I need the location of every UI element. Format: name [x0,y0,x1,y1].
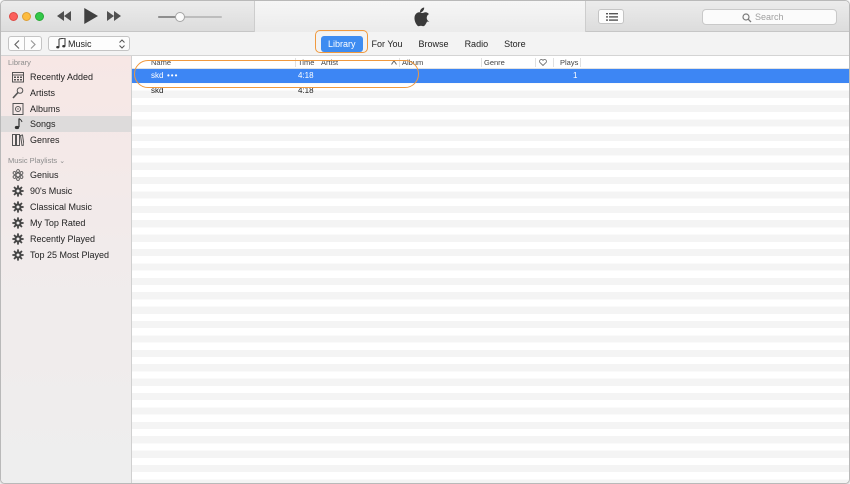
title-bar [1,1,849,32]
apple-logo-icon [414,7,430,27]
volume-slider[interactable] [158,12,222,22]
tab-for-you[interactable]: For You [365,36,410,52]
tab-browse[interactable]: Browse [412,36,456,52]
sidebar-item-classical-music[interactable]: Classical Music [1,199,131,215]
heart-icon[interactable] [539,59,547,66]
up-next-button[interactable] [598,9,624,24]
search-input[interactable] [755,11,833,23]
column-divider[interactable] [481,58,482,67]
tab-store[interactable]: Store [497,36,533,52]
sidebar-item-label: Top 25 Most Played [30,250,110,260]
tab-radio[interactable]: Radio [458,36,496,52]
sidebar-item-label: Recently Added [30,72,94,82]
sidebar-item-label: Genres [30,135,60,145]
sidebar-item-artists[interactable]: Artists [1,85,131,101]
sidebar-item-label: Artists [30,88,56,98]
library-tab-annotation [315,30,368,53]
chevron-right-icon [30,40,36,49]
column-header-plays[interactable]: Plays [560,58,578,67]
sidebar-item-label: Albums [30,104,61,114]
play-icon[interactable] [82,8,98,24]
chevron-updown-icon [119,39,125,49]
back-button[interactable] [8,36,25,51]
sidebar-item-label: My Top Rated [30,218,86,228]
zoom-button[interactable] [35,12,44,21]
album-icon [12,103,24,115]
media-type-label: Music [68,39,92,49]
sidebar-item-my-top-rated[interactable]: My Top Rated [1,215,131,231]
sidebar-item-albums[interactable]: Albums [1,101,131,117]
genius-icon [12,169,24,181]
sidebar: Library Recently Added Artists Albums So… [1,56,132,483]
column-divider[interactable] [580,58,581,67]
gear-icon [12,217,24,229]
list-icon [606,13,618,21]
chevron-down-icon: ⌄ [59,158,66,165]
gear-icon [12,201,24,213]
sidebar-item-label: Genius [30,170,59,180]
column-header-genre[interactable]: Genre [484,58,505,67]
gear-icon [12,233,24,245]
rewind-icon[interactable] [57,9,71,23]
fast-forward-icon[interactable] [107,9,121,23]
sidebar-item-recently-played[interactable]: Recently Played [1,231,131,247]
search-field[interactable] [702,9,837,25]
toolbar: Music Library For You Browse Radio Store [1,32,849,56]
gear-icon [12,249,24,261]
song-plays: 1 [573,71,578,80]
sidebar-item-genres[interactable]: Genres [1,132,131,148]
sidebar-item-songs[interactable]: Songs [1,116,131,132]
gear-icon [12,185,24,197]
genres-icon [12,134,24,146]
selected-song-annotation [134,60,419,88]
sidebar-item-label: Classical Music [30,202,93,212]
minimize-button[interactable] [22,12,31,21]
sidebar-item-recently-added[interactable]: Recently Added [1,69,131,85]
column-divider[interactable] [553,58,554,67]
close-button[interactable] [9,12,18,21]
media-type-select[interactable]: Music [48,36,130,51]
volume-knob[interactable] [175,12,186,22]
forward-button[interactable] [25,36,42,51]
music-note-icon [14,118,23,130]
music-note-icon [56,38,66,49]
itunes-window: Music Library For You Browse Radio Store… [0,0,850,484]
playlists-section-title[interactable]: Music Playlists ⌄ [8,156,65,165]
recently-added-icon [12,72,24,83]
song-list: skd ••• 4:18 1 skd 4:18 [132,69,849,483]
sidebar-item-top-25-most-played[interactable]: Top 25 Most Played [1,247,131,263]
sidebar-item-label: Recently Played [30,234,96,244]
column-divider[interactable] [535,58,536,67]
library-section-title: Library [8,58,31,67]
search-icon [742,13,752,23]
songs-table: Name Time Artist Album Genre Plays skd •… [132,56,849,483]
sidebar-item-90s-music[interactable]: 90's Music [1,183,131,199]
chevron-left-icon [14,40,20,49]
sidebar-item-label: Songs [30,119,56,129]
playlists-title-label: Music Playlists [8,156,58,165]
sidebar-item-genius[interactable]: Genius [1,167,131,183]
sidebar-item-label: 90's Music [30,186,73,196]
microphone-icon [12,87,24,99]
